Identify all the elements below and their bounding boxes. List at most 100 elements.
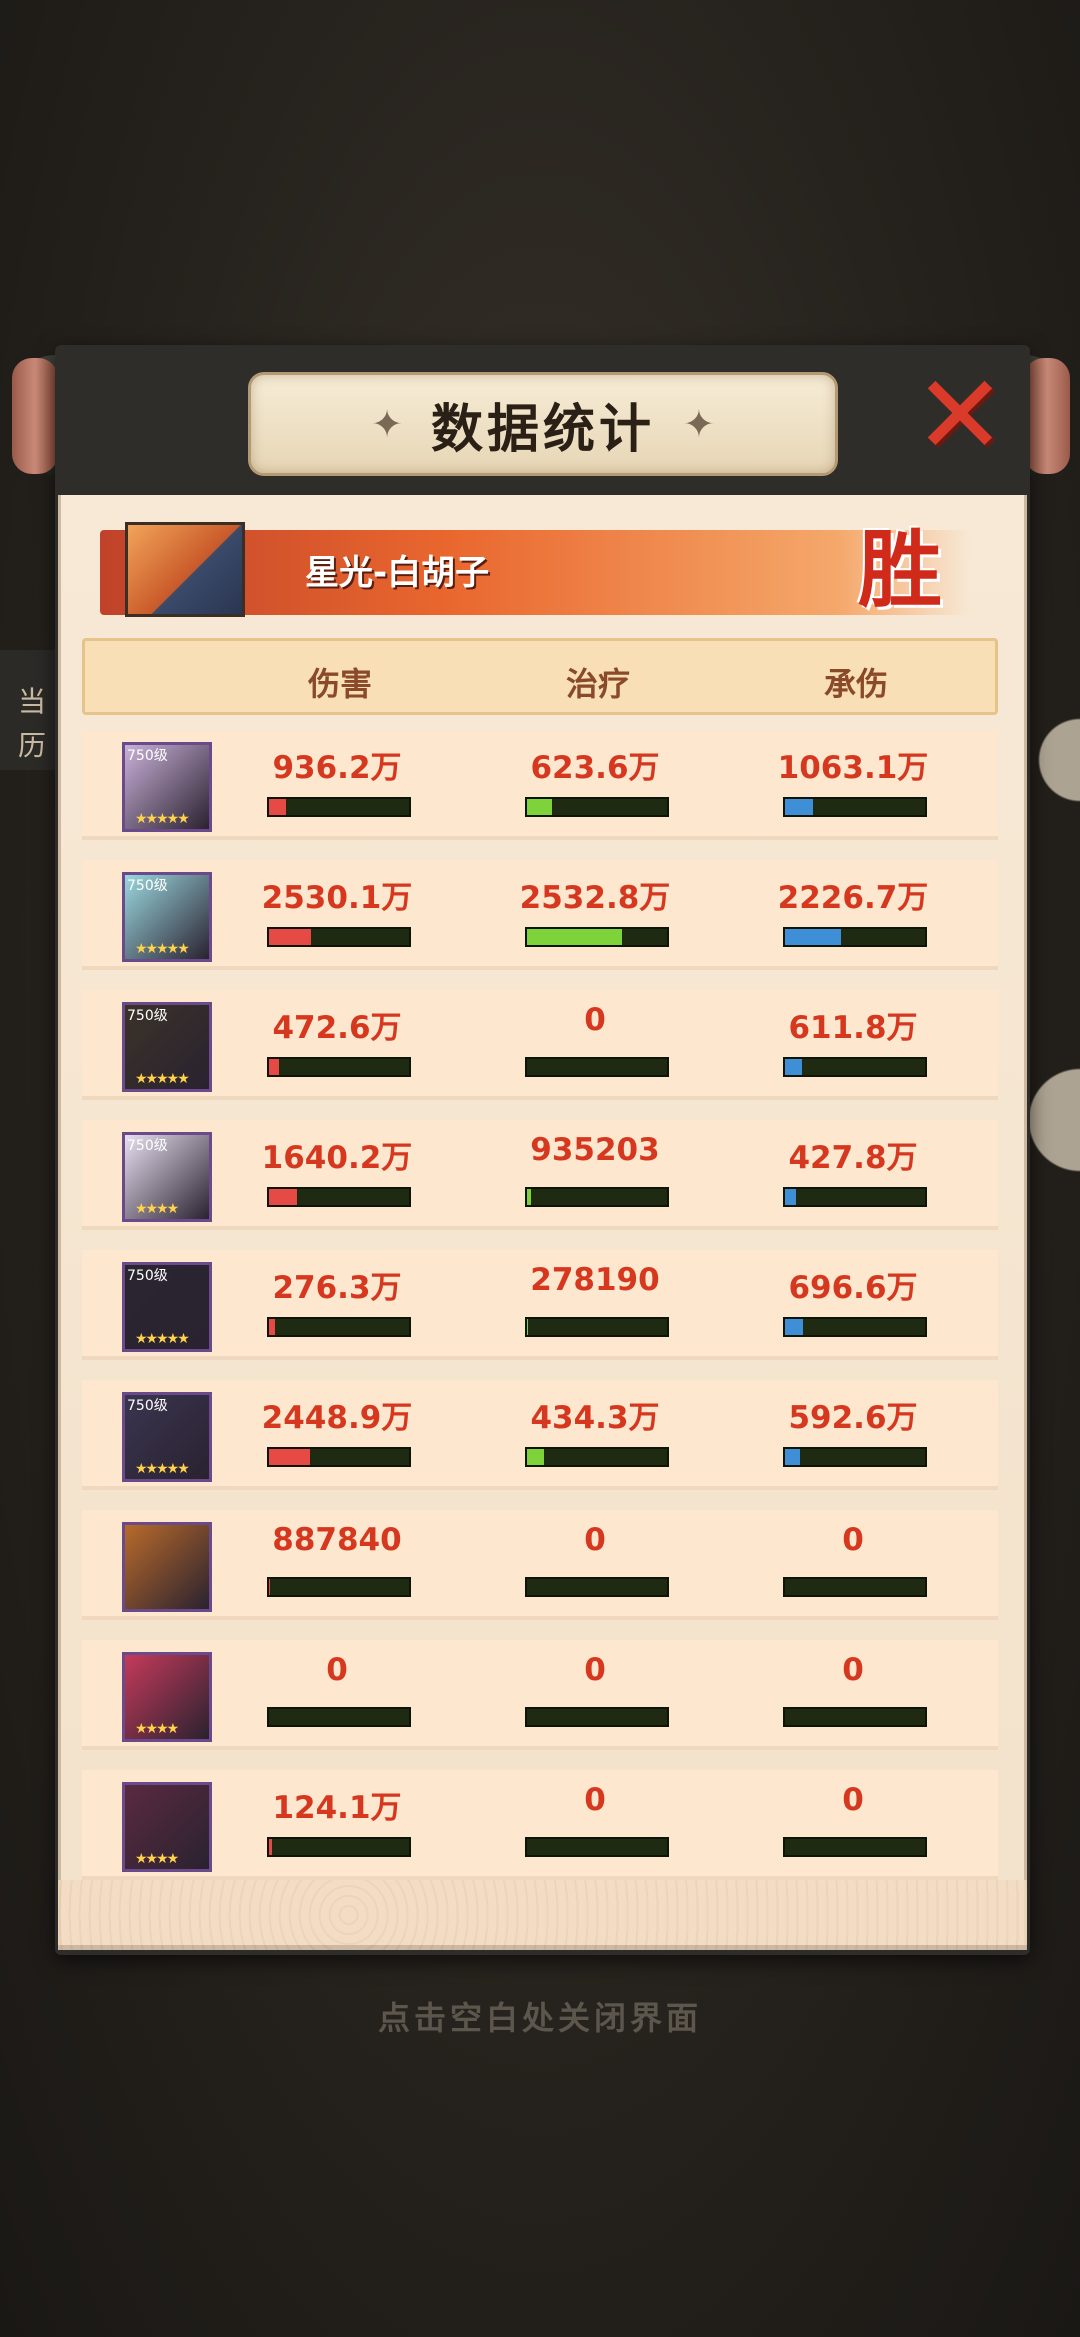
- healing-bar: [525, 1577, 669, 1597]
- taken-bar-fill: [785, 1189, 797, 1205]
- damage-value: 0: [326, 1652, 348, 1688]
- hero-level: 750级: [127, 1008, 168, 1024]
- taken-bar: [783, 1707, 927, 1727]
- hero-stars: ★★★★★: [135, 1071, 190, 1087]
- healing-value: 0: [584, 1652, 606, 1688]
- damage-value: 124.1万: [272, 1790, 402, 1826]
- table-row: 750级 ★★★★ 1640.2万 935203 427.8万: [82, 1120, 998, 1230]
- taken-value: 427.8万: [788, 1140, 918, 1176]
- taken-bar-fill: [785, 929, 841, 945]
- damage-bar-fill: [269, 1189, 297, 1205]
- damage-bar: [267, 1057, 411, 1077]
- damage-bar-fill: [269, 799, 286, 815]
- hero-stars: ★★★★: [135, 1721, 179, 1737]
- close-hint: 点击空白处关闭界面: [377, 1999, 702, 2037]
- hero-stars: ★★★★: [135, 1851, 179, 1867]
- hero-stars: ★★★★★: [135, 1331, 190, 1347]
- damage-value: 887840: [272, 1522, 402, 1558]
- taken-bar: [783, 1187, 927, 1207]
- victory-badge: 胜: [857, 520, 942, 619]
- table-row: ★★★★ 0 0 0: [82, 1640, 998, 1750]
- healing-value: 935203: [530, 1132, 660, 1168]
- table-row: 750级 ★★★★★ 2530.1万 2532.8万 2226.7万: [82, 860, 998, 970]
- healing-bar-fill: [527, 799, 553, 815]
- player-avatar: [125, 522, 245, 617]
- table-row: 750级 ★★★★★ 2448.9万 434.3万 592.6万: [82, 1380, 998, 1490]
- healing-value: 0: [584, 1522, 606, 1558]
- taken-value: 0: [842, 1522, 864, 1558]
- damage-bar: [267, 1317, 411, 1337]
- player-name: 星光-白胡子: [305, 553, 490, 593]
- scroll-cap-right: [1024, 358, 1070, 474]
- table-row: 750级 ★★★★★ 276.3万 278190 696.6万: [82, 1250, 998, 1360]
- taken-value: 0: [842, 1782, 864, 1818]
- page-title: 数据统计: [430, 399, 655, 460]
- header-damage: 伤害: [307, 665, 372, 703]
- table-row: 887840 0 0: [82, 1510, 998, 1620]
- hero-avatar[interactable]: 750级 ★★★★★: [122, 872, 212, 962]
- taken-value: 1063.1万: [777, 750, 929, 786]
- taken-bar-fill: [785, 1449, 801, 1465]
- taken-bar: [783, 927, 927, 947]
- table-row: 750级 ★★★★★ 472.6万 0 611.8万: [82, 990, 998, 1100]
- hero-level: 750级: [127, 1268, 168, 1284]
- hero-level: 750级: [127, 1398, 168, 1414]
- taken-bar-fill: [785, 1059, 802, 1075]
- healing-value: 0: [584, 1002, 606, 1038]
- taken-bar-fill: [785, 1319, 804, 1335]
- taken-bar: [783, 797, 927, 817]
- hero-stars: ★★★★★: [135, 811, 190, 827]
- close-button[interactable]: ✕: [910, 360, 1010, 470]
- shuriken-icon: ✦: [683, 402, 715, 446]
- healing-bar-fill: [527, 1189, 532, 1205]
- healing-bar-fill: [527, 1449, 544, 1465]
- damage-value: 2448.9万: [261, 1400, 413, 1436]
- hero-avatar[interactable]: 750级 ★★★★★: [122, 742, 212, 832]
- healing-bar-fill: [527, 1319, 529, 1335]
- scroll-cap-left: [12, 358, 58, 474]
- taken-bar: [783, 1577, 927, 1597]
- damage-bar-fill: [269, 1059, 279, 1075]
- damage-value: 2530.1万: [261, 880, 413, 916]
- hero-level: 750级: [127, 878, 168, 894]
- hero-avatar[interactable]: ★★★★: [122, 1782, 212, 1872]
- damage-bar: [267, 1187, 411, 1207]
- hero-avatar[interactable]: 750级 ★★★★★: [122, 1262, 212, 1352]
- healing-bar: [525, 1447, 669, 1467]
- taken-bar: [783, 1057, 927, 1077]
- shuriken-icon: ✦: [371, 402, 403, 446]
- taken-bar: [783, 1317, 927, 1337]
- hero-stars: ★★★★★: [135, 1461, 190, 1477]
- header-healing: 治疗: [565, 665, 630, 703]
- taken-value: 696.6万: [788, 1270, 918, 1306]
- hero-avatar[interactable]: 750级 ★★★★★: [122, 1002, 212, 1092]
- taken-bar: [783, 1447, 927, 1467]
- damage-bar: [267, 1837, 411, 1857]
- damage-bar: [267, 1577, 411, 1597]
- hero-stars: ★★★★: [135, 1201, 179, 1217]
- healing-value: 434.3万: [530, 1400, 660, 1436]
- damage-bar-fill: [269, 1319, 275, 1335]
- damage-bar: [267, 1447, 411, 1467]
- hero-avatar[interactable]: [122, 1522, 212, 1612]
- table-header: 伤害 治疗 承伤: [82, 638, 998, 715]
- taken-value: 0: [842, 1652, 864, 1688]
- healing-bar: [525, 797, 669, 817]
- hero-avatar[interactable]: 750级 ★★★★★: [122, 1392, 212, 1482]
- healing-value: 278190: [530, 1262, 660, 1298]
- damage-bar-fill: [269, 929, 311, 945]
- title-plate: ✦ 数据统计 ✦: [248, 372, 838, 476]
- hero-avatar[interactable]: 750级 ★★★★: [122, 1132, 212, 1222]
- header-taken: 承伤: [823, 665, 888, 703]
- healing-value: 623.6万: [530, 750, 660, 786]
- healing-bar-fill: [527, 929, 623, 945]
- healing-value: 0: [584, 1782, 606, 1818]
- damage-value: 472.6万: [272, 1010, 402, 1046]
- table-row: 750级 ★★★★★ 936.2万 623.6万 1063.1万: [82, 730, 998, 840]
- healing-bar: [525, 1317, 669, 1337]
- damage-value: 276.3万: [272, 1270, 402, 1306]
- taken-bar-fill: [785, 799, 813, 815]
- damage-value: 1640.2万: [261, 1140, 413, 1176]
- healing-bar: [525, 927, 669, 947]
- hero-avatar[interactable]: ★★★★: [122, 1652, 212, 1742]
